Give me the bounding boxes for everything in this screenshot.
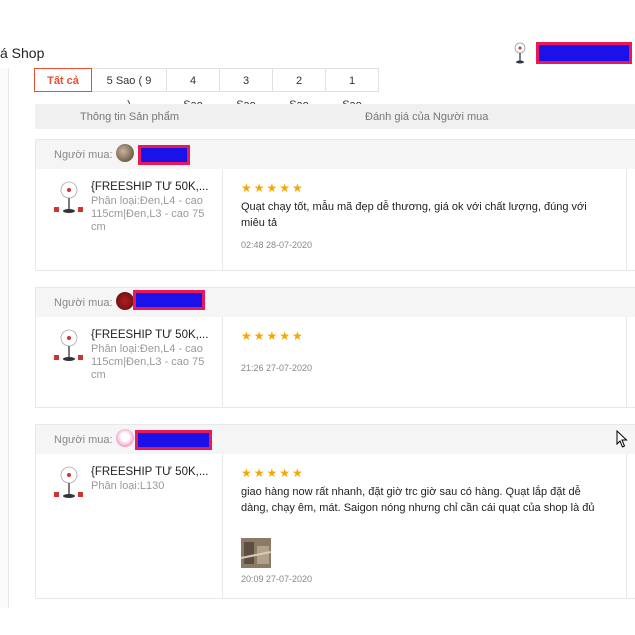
buyer-name-redacted — [138, 145, 190, 165]
buyer-label: Người mua: — [54, 434, 113, 446]
review-body: {FREESHIP TỪ 50K,... Phân loại:Đen,L4 - … — [36, 317, 635, 408]
product-thumbnail[interactable] — [54, 329, 84, 363]
buyer-avatar[interactable] — [116, 144, 134, 162]
product-name[interactable]: {FREESHIP TỪ 50K,... — [91, 329, 211, 341]
product-name[interactable]: {FREESHIP TỪ 50K,... — [91, 466, 211, 478]
review-comment: Quạt chạy tốt, mẫu mã đẹp dễ thương, giá… — [241, 201, 587, 229]
rating-filter-tabs: Tất cả 5 Sao ( 9 ) 4 Sao 3 Sao 2 Sao 1 S… — [34, 68, 379, 111]
review-comment: giao hàng now rất nhanh, đặt giờ trc giờ… — [241, 486, 595, 514]
buyer-label: Người mua: — [54, 149, 113, 161]
tab-4-stars[interactable]: 4 Sao — [167, 68, 220, 111]
left-panel-edge — [0, 68, 9, 608]
buyer-name-redacted — [133, 290, 205, 310]
tab-5-stars[interactable]: 5 Sao ( 9 ) — [92, 68, 167, 111]
mouse-cursor-icon — [616, 430, 628, 448]
tab-3-stars[interactable]: 3 Sao — [220, 68, 273, 111]
review-body: {FREESHIP TỪ 50K,... Phân loại:L130 ★★★★… — [36, 454, 635, 599]
tab-1-star[interactable]: 1 Sao — [326, 68, 379, 111]
review-buyer-row: Người mua: — [36, 425, 635, 454]
star-rating: ★★★★★ — [241, 329, 305, 343]
product-thumbnail[interactable] — [54, 181, 84, 215]
buyer-avatar[interactable] — [116, 429, 134, 447]
table-header: Thông tin Sản phẩm Đánh giá của Người mu… — [35, 104, 635, 129]
column-product-header: Thông tin Sản phẩm — [80, 111, 180, 123]
review-card: Người mua: {FREESHIP TỪ 50K,... Phân loạ… — [35, 139, 635, 271]
tab-2-stars[interactable]: 2 Sao — [273, 68, 326, 111]
review-buyer-row: Người mua: — [36, 140, 635, 169]
shop-avatar[interactable] — [512, 42, 528, 64]
review-card: Người mua: {FREESHIP TỪ 50K,... Phân loạ… — [35, 287, 635, 408]
buyer-label: Người mua: — [54, 297, 113, 309]
star-rating: ★★★★★ — [241, 181, 305, 195]
product-name[interactable]: {FREESHIP TỪ 50K,... — [91, 181, 211, 193]
review-timestamp: 21:26 27-07-2020 — [241, 363, 313, 373]
review-timestamp: 20:09 27-07-2020 — [241, 574, 313, 584]
column-review-header: Đánh giá của Người mua — [365, 111, 489, 123]
buyer-avatar[interactable] — [116, 292, 134, 310]
review-buyer-row: Người mua: — [36, 288, 635, 317]
buyer-name-redacted — [135, 430, 212, 450]
product-variant: Phân loại:Đen,L4 - cao 115cm|Đen,L3 - ca… — [91, 195, 205, 233]
review-body: {FREESHIP TỪ 50K,... Phân loại:Đen,L4 - … — [36, 169, 635, 271]
tab-all[interactable]: Tất cả — [34, 68, 92, 92]
review-photo[interactable] — [241, 538, 271, 568]
product-variant: Phân loại:Đen,L4 - cao 115cm|Đen,L3 - ca… — [91, 343, 205, 381]
review-timestamp: 02:48 28-07-2020 — [241, 240, 313, 250]
product-thumbnail[interactable] — [54, 466, 84, 500]
page-title: á Shop — [0, 45, 45, 61]
star-rating: ★★★★★ — [241, 466, 305, 480]
product-variant: Phân loại:L130 — [91, 480, 165, 492]
shop-name-redacted — [536, 42, 632, 64]
review-card: Người mua: {FREESHIP TỪ 50K,... Phân loạ… — [35, 424, 635, 599]
